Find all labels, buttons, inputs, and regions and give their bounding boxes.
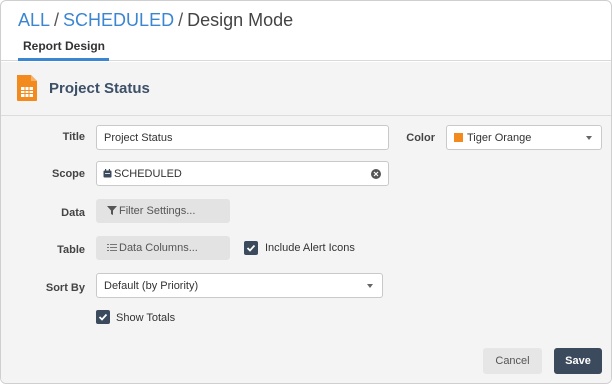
filter-icon (107, 206, 117, 215)
color-swatch (454, 133, 463, 142)
filter-settings-label: Filter Settings... (119, 205, 196, 217)
tab-bar: Report Design (1, 35, 611, 61)
checkmark-icon (246, 244, 256, 252)
save-button[interactable]: Save (554, 348, 602, 374)
color-label: Color (406, 132, 435, 144)
breadcrumb-all-link[interactable]: ALL (18, 10, 50, 30)
color-select-value: Tiger Orange (467, 132, 532, 144)
checkmark-icon (98, 313, 108, 321)
clear-icon[interactable] (371, 169, 381, 179)
breadcrumb-current: Design Mode (187, 10, 294, 30)
color-select[interactable]: Tiger Orange (446, 125, 602, 150)
scope-label: Scope (51, 168, 85, 180)
filter-settings-button[interactable]: Filter Settings... (96, 199, 230, 223)
show-totals-checkbox[interactable] (96, 310, 110, 324)
table-label: Table (57, 244, 85, 256)
data-columns-label: Data Columns... (119, 242, 198, 254)
data-columns-button[interactable]: Data Columns... (96, 236, 230, 260)
title-label: Title (62, 131, 85, 143)
sort-by-label: Sort By (45, 282, 85, 294)
panel-header: Project Status (1, 62, 611, 116)
scope-field[interactable]: SCHEDULED (96, 161, 389, 186)
columns-icon (107, 244, 117, 251)
breadcrumb-separator: / (54, 10, 60, 30)
sort-by-value: Default (by Priority) (104, 280, 199, 292)
panel-title: Project Status (49, 80, 150, 97)
scope-value: SCHEDULED (114, 168, 182, 180)
breadcrumb-separator: / (178, 10, 184, 30)
show-totals-label: Show Totals (116, 312, 176, 324)
cancel-button[interactable]: Cancel (483, 348, 542, 374)
breadcrumb-scheduled-link[interactable]: SCHEDULED (63, 10, 174, 30)
report-design-window: ALL / SCHEDULED / Design Mode Report Design … (0, 0, 612, 384)
include-alert-icons-checkbox[interactable] (244, 241, 258, 255)
chevron-down-icon (367, 284, 373, 288)
chevron-down-icon (586, 136, 592, 140)
title-input[interactable]: Project Status (96, 125, 389, 150)
tab-report-design[interactable]: Report Design (18, 35, 110, 61)
breadcrumb: ALL / SCHEDULED / Design Mode (18, 10, 293, 31)
data-label: Data (61, 207, 85, 219)
include-alert-icons-label: Include Alert Icons (265, 242, 355, 254)
sort-by-select[interactable]: Default (by Priority) (96, 273, 383, 298)
calendar-icon (103, 169, 112, 178)
spreadsheet-file-icon (15, 74, 39, 102)
